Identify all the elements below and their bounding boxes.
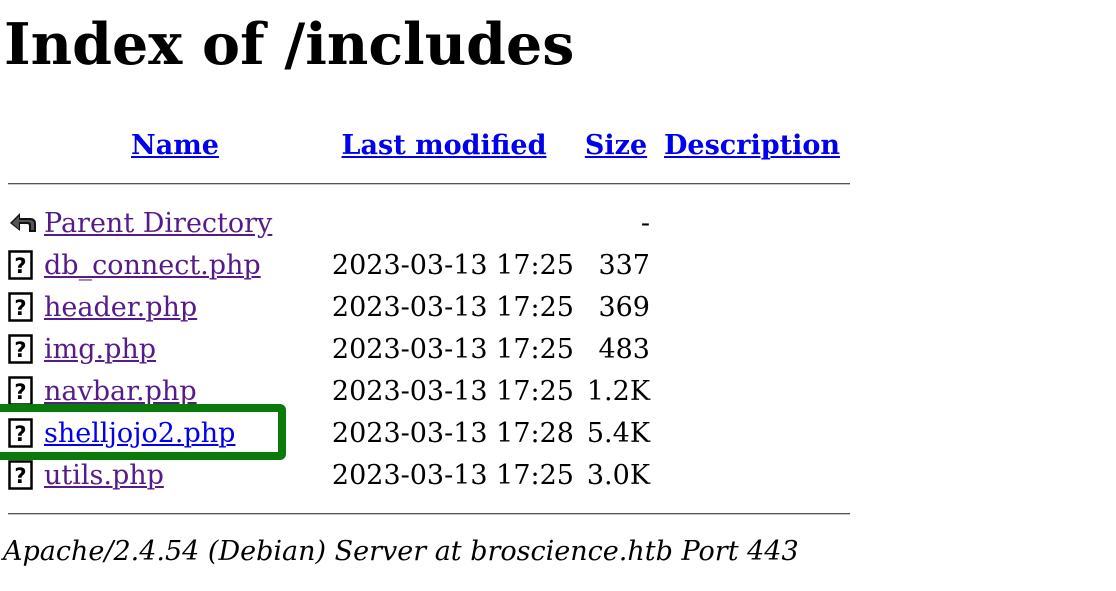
unknown-file-icon: ? <box>8 460 40 490</box>
table-row: ? utils.php 2023-03-13 17:25 3.0K <box>8 454 850 496</box>
parent-directory-link[interactable]: Parent Directory <box>44 208 272 239</box>
file-link-shelljojo2[interactable]: shelljojo2.php <box>44 418 235 449</box>
description-cell <box>654 244 850 286</box>
size-cell: 369 <box>598 291 650 323</box>
svg-text:?: ? <box>14 296 26 320</box>
last-modified-cell: 2023-03-13 17:25 <box>331 291 574 323</box>
unknown-file-icon: ? <box>8 250 40 280</box>
file-link-img[interactable]: img.php <box>44 334 156 365</box>
header-separator-row <box>8 166 850 202</box>
last-modified-cell <box>310 202 578 244</box>
table-row: ? navbar.php 2023-03-13 17:25 1.2K <box>8 370 850 412</box>
description-cell <box>654 370 850 412</box>
size-cell: 3.0K <box>586 459 650 491</box>
description-cell <box>654 286 850 328</box>
directory-listing-table: Name Last modified Size Description Pare… <box>4 124 854 532</box>
size-column-header: Size <box>582 124 650 166</box>
name-column-header: Name <box>44 124 306 166</box>
file-link-navbar[interactable]: navbar.php <box>44 376 197 407</box>
icon-column-header <box>8 124 40 166</box>
last-modified-cell: 2023-03-13 17:28 <box>331 417 574 449</box>
size-cell: 5.4K <box>586 417 650 449</box>
table-row: ? img.php 2023-03-13 17:25 483 <box>8 328 850 370</box>
page-title: Index of /includes <box>4 11 575 78</box>
table-row: Parent Directory - <box>8 202 850 244</box>
unknown-file-icon: ? <box>8 376 40 406</box>
table-row: ? header.php 2023-03-13 17:25 369 <box>8 286 850 328</box>
svg-text:?: ? <box>14 464 26 488</box>
back-arrow-icon <box>8 209 40 237</box>
table-header-row: Name Last modified Size Description <box>8 124 850 166</box>
file-link-db-connect[interactable]: db_connect.php <box>44 250 261 281</box>
unknown-file-icon: ? <box>8 334 40 364</box>
table-row: ? db_connect.php 2023-03-13 17:25 337 <box>8 244 850 286</box>
svg-text:?: ? <box>14 422 26 446</box>
description-column-header: Description <box>654 124 850 166</box>
sort-by-last-modified-link[interactable]: Last modified <box>342 130 547 161</box>
horizontal-rule <box>8 183 850 185</box>
size-cell: 483 <box>598 333 650 365</box>
sort-by-description-link[interactable]: Description <box>664 130 840 161</box>
last-modified-cell: 2023-03-13 17:25 <box>331 459 574 491</box>
description-cell <box>654 454 850 496</box>
server-signature: Apache/2.4.54 (Debian) Server at broscie… <box>3 536 799 567</box>
size-cell: 1.2K <box>586 375 650 407</box>
table-row: ? shelljojo2.php 2023-03-13 17:28 5.4K <box>8 412 850 454</box>
svg-text:?: ? <box>14 254 26 278</box>
footer-separator-row <box>8 496 850 532</box>
unknown-file-icon: ? <box>8 418 40 448</box>
svg-text:?: ? <box>14 380 26 404</box>
sort-by-size-link[interactable]: Size <box>585 130 647 161</box>
file-link-header[interactable]: header.php <box>44 292 197 323</box>
size-cell: - <box>640 207 650 239</box>
last-modified-cell: 2023-03-13 17:25 <box>331 375 574 407</box>
last-modified-column-header: Last modified <box>310 124 578 166</box>
last-modified-cell: 2023-03-13 17:25 <box>331 249 574 281</box>
file-link-utils[interactable]: utils.php <box>44 460 164 491</box>
sort-by-name-link[interactable]: Name <box>131 130 219 161</box>
svg-text:?: ? <box>14 338 26 362</box>
last-modified-cell: 2023-03-13 17:25 <box>331 333 574 365</box>
description-cell <box>654 328 850 370</box>
horizontal-rule <box>8 513 850 515</box>
size-cell: 337 <box>598 249 650 281</box>
unknown-file-icon: ? <box>8 292 40 322</box>
description-cell <box>654 412 850 454</box>
description-cell <box>654 202 850 244</box>
